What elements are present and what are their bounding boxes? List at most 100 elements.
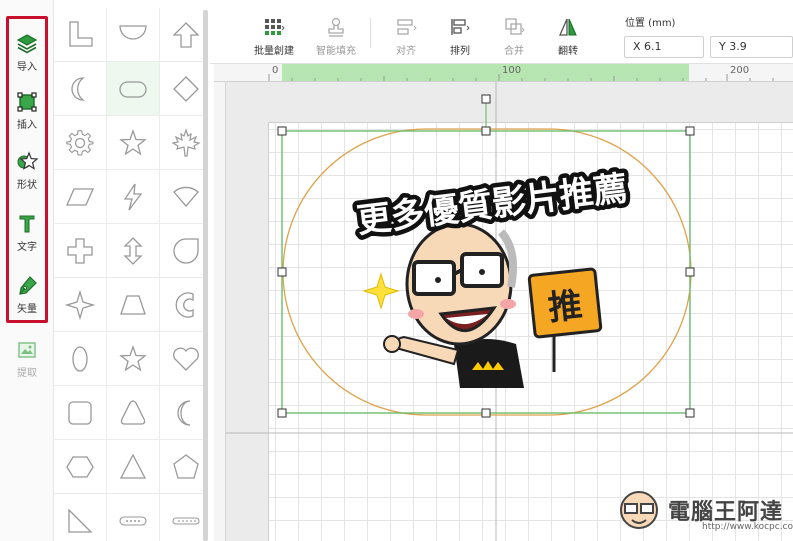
shape-dotted-strip[interactable] <box>160 494 206 541</box>
shape-pentagon[interactable] <box>160 440 206 494</box>
rail-import-label: 导入 <box>17 62 37 73</box>
shape-cross[interactable] <box>54 224 107 278</box>
shape-dotted-pill[interactable] <box>107 494 160 541</box>
shape-library <box>54 0 206 541</box>
double-arrow-shape-icon <box>123 236 143 265</box>
align-button[interactable]: 对齐 <box>386 0 426 64</box>
shape-right-triangle[interactable] <box>54 494 107 541</box>
flip-icon <box>559 18 577 36</box>
rail-shapes-label: 形状 <box>17 180 37 191</box>
insert-frame-icon <box>17 92 37 112</box>
tool-rail: 导入 插入 形状 文字 矢量 提取 <box>0 0 54 541</box>
rail-extract-label: 提取 <box>17 368 37 379</box>
shape-diamond[interactable] <box>160 62 206 116</box>
arrange-button[interactable]: 排列 <box>440 0 480 64</box>
shapes-star-icon <box>17 151 39 170</box>
shape-rounded-rect[interactable] <box>107 62 160 116</box>
pentagon-shape-icon <box>173 453 199 479</box>
align-label: 对齐 <box>396 46 416 57</box>
rail-import-button[interactable]: 导入 <box>0 26 54 76</box>
rail-insert-label: 插入 <box>17 120 37 131</box>
rounded-rect-shape-icon <box>119 80 147 98</box>
design-canvas[interactable]: 更多優質影片推薦 推 <box>226 82 793 541</box>
resize-handle-left <box>277 267 287 277</box>
resize-handle-top-right <box>685 126 695 136</box>
shape-triangle[interactable] <box>107 440 160 494</box>
grid-dots-icon <box>265 19 285 35</box>
shape-lightning[interactable] <box>107 170 160 224</box>
shape-heart[interactable] <box>160 332 206 386</box>
watermark-url: http://www.kocpc.com.tw <box>702 522 793 532</box>
rotate-handle <box>481 94 491 104</box>
shape-ellipse[interactable] <box>54 332 107 386</box>
moon-small-shape-icon <box>71 76 85 101</box>
shape-half-circle[interactable] <box>107 8 160 62</box>
sign-text: 推 <box>546 285 584 328</box>
diamond-shape-icon <box>173 75 199 102</box>
shape-teardrop[interactable] <box>160 224 206 278</box>
watermark-mascot-logo <box>620 491 658 529</box>
headline-text: 更多優質影片推薦 <box>355 169 630 242</box>
shape-moon[interactable] <box>160 386 206 440</box>
four-point-star-shape-icon <box>65 289 95 320</box>
extract-image-icon <box>18 342 36 358</box>
combine-button[interactable]: 合并 <box>494 0 534 64</box>
shape-hexagon[interactable] <box>54 440 107 494</box>
shape-star-outline[interactable] <box>107 116 160 170</box>
library-scrollbar[interactable] <box>203 10 208 541</box>
shape-parallelogram[interactable] <box>54 170 107 224</box>
vertical-ruler <box>214 82 226 541</box>
rail-insert-button[interactable]: 插入 <box>0 84 54 134</box>
shape-crescent-c[interactable] <box>160 278 206 332</box>
rail-vector-button[interactable]: 矢量 <box>0 268 54 318</box>
right-triangle-shape-icon <box>68 507 93 533</box>
shape-rounded-square[interactable] <box>54 386 107 440</box>
pen-vector-icon <box>19 276 37 295</box>
shape-arrow-up[interactable] <box>160 8 206 62</box>
rounded-triangle-shape-icon <box>120 399 146 425</box>
arrange-label: 排列 <box>450 46 470 57</box>
shape-double-arrow[interactable] <box>107 224 160 278</box>
resize-handle-bottom-left <box>277 408 287 418</box>
toolbar-separator <box>370 18 371 48</box>
ellipse-shape-icon <box>72 345 88 372</box>
triangle-shape-icon <box>119 453 147 479</box>
flip-button[interactable]: 翻转 <box>548 0 588 64</box>
shape-gear[interactable] <box>54 116 107 170</box>
resize-handle-top-left <box>277 126 287 136</box>
shape-maple-leaf[interactable] <box>160 116 206 170</box>
combine-label: 合并 <box>504 46 524 57</box>
batch-create-label: 批量創建 <box>254 46 294 57</box>
resize-handle-top <box>481 126 491 136</box>
smart-fill-button[interactable]: 智能填充 <box>306 0 366 64</box>
dotted-strip-shape-icon <box>172 516 200 525</box>
shape-fan[interactable] <box>160 170 206 224</box>
cross-shape-icon <box>67 237 93 264</box>
horizontal-ruler: 0 100 200 <box>214 64 793 82</box>
shape-star[interactable] <box>107 332 160 386</box>
shape-l-bracket[interactable] <box>54 8 107 62</box>
rail-shapes-button[interactable]: 形状 <box>0 144 54 194</box>
batch-create-button[interactable]: 批量創建 <box>244 0 304 64</box>
canvas-overlay: 更多優質影片推薦 推 <box>226 82 793 541</box>
shape-trapezoid[interactable] <box>107 278 160 332</box>
headline-sticker: 更多優質影片推薦 <box>350 164 634 246</box>
rail-text-button[interactable]: 文字 <box>0 206 54 256</box>
lightning-shape-icon <box>123 183 143 210</box>
y-position-input[interactable]: Y 3.9 <box>710 36 793 58</box>
ruler-ticks <box>268 74 774 81</box>
star-outline-shape-icon <box>119 128 147 156</box>
shape-rounded-triangle[interactable] <box>107 386 160 440</box>
shape-four-point-star[interactable] <box>54 278 107 332</box>
shape-moon-small[interactable] <box>54 62 107 116</box>
resize-handle-right <box>685 267 695 277</box>
x-position-input[interactable]: X 6.1 <box>624 36 704 58</box>
resize-handle-bottom-right <box>685 408 695 418</box>
heart-shape-icon <box>173 347 199 371</box>
rail-extract-button[interactable]: 提取 <box>0 332 54 382</box>
arrow-up-shape-icon <box>172 21 200 48</box>
maple-leaf-shape-icon <box>171 127 201 157</box>
hexagon-shape-icon <box>66 455 94 478</box>
half-circle-shape-icon <box>119 24 147 40</box>
position-label: 位置 (mm) <box>625 18 676 29</box>
